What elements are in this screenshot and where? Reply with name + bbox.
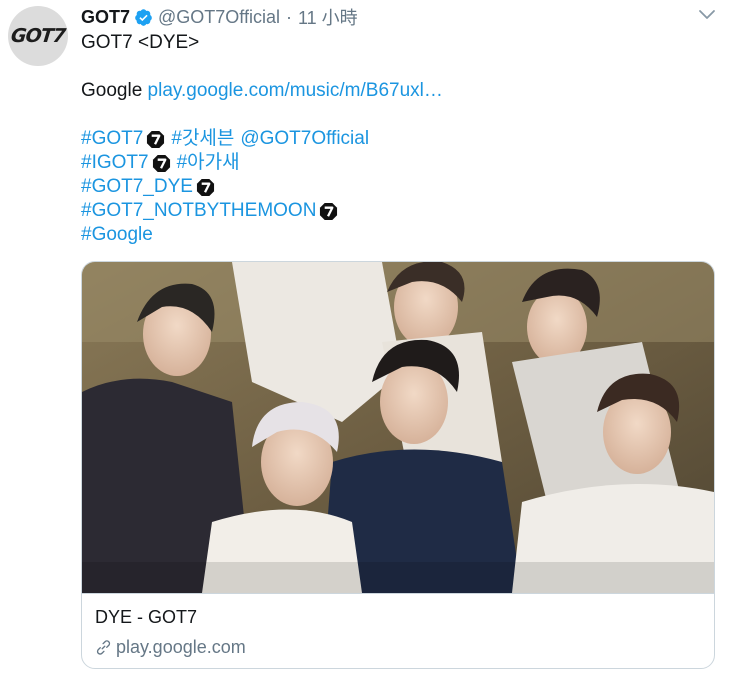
timestamp[interactable]: 11 小時	[298, 4, 358, 30]
hashtag-got7-dye[interactable]: #GOT7_DYE	[81, 175, 193, 199]
handle[interactable]: @GOT7Official	[158, 7, 280, 28]
text-line: #IGOT7 #아가새	[81, 151, 443, 175]
text-line: #GOT7_DYE	[81, 175, 443, 199]
chevron-down-icon[interactable]	[698, 8, 716, 22]
got7-hashflag-icon	[147, 130, 165, 148]
text-line: #Google	[81, 223, 443, 247]
hashtag-google[interactable]: #Google	[81, 223, 153, 247]
hashtag-agasae[interactable]: #아가새	[177, 151, 240, 175]
card-body[interactable]: DYE - GOT7 play.google.com	[82, 593, 714, 668]
hashtag-got7-notbythemoon[interactable]: #GOT7_NOTBYTHEMOON	[81, 199, 316, 223]
got7-hashflag-icon	[196, 178, 214, 196]
card-domain-row: play.google.com	[95, 637, 246, 658]
text-line: Google play.google.com/music/m/B67uxl…	[81, 79, 443, 103]
display-name[interactable]: GOT7	[81, 7, 130, 28]
text-line: #GOT7_NOTBYTHEMOON	[81, 199, 443, 223]
got7-hashflag-icon	[320, 202, 338, 220]
link-preview-card[interactable]: DYE - GOT7 play.google.com	[81, 261, 715, 669]
text-line: #GOT7 #갓세븐 @GOT7Official	[81, 127, 443, 151]
verified-badge-icon	[135, 8, 152, 26]
hashtag-got7[interactable]: #GOT7	[81, 127, 143, 151]
link-icon	[96, 640, 111, 655]
music-link[interactable]: play.google.com/music/m/B67uxl…	[148, 79, 443, 103]
avatar[interactable]: GOT7	[8, 6, 68, 66]
link-prefix: Google	[81, 80, 148, 101]
card-image[interactable]	[82, 262, 714, 593]
avatar-logo: GOT7	[9, 25, 67, 47]
tweet-header: GOT7 @GOT7Official · 11 小時	[81, 5, 358, 29]
hashtag-igot7[interactable]: #IGOT7	[81, 151, 149, 175]
tweet[interactable]: GOT7 GOT7 @GOT7Official · 11 小時 GOT7 <DY…	[0, 0, 730, 679]
tweet-text: GOT7 <DYE> Google play.google.com/music/…	[81, 31, 443, 247]
separator-dot: ·	[285, 6, 292, 27]
card-domain: play.google.com	[116, 637, 246, 657]
mention-got7official[interactable]: @GOT7Official	[240, 127, 369, 151]
got7-hashflag-icon	[152, 154, 170, 172]
hashtag-korean[interactable]: #갓세븐	[171, 127, 234, 151]
tweet-title-text: GOT7 <DYE>	[81, 32, 200, 53]
text-line: GOT7 <DYE>	[81, 31, 443, 55]
card-title: DYE - GOT7	[95, 607, 198, 627]
